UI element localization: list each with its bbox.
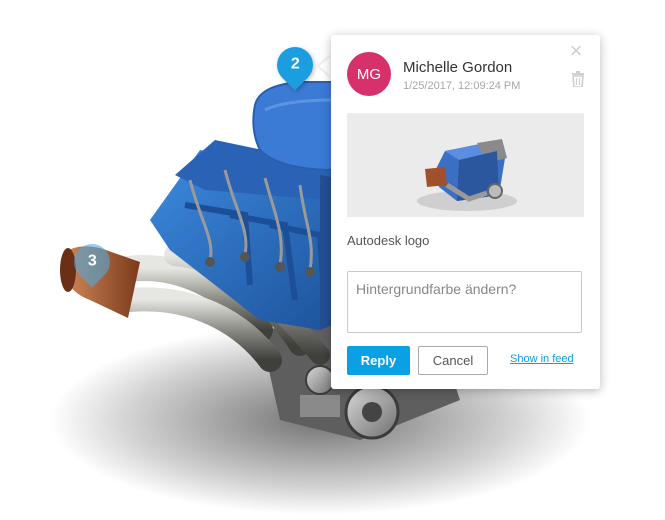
comment-timestamp: 1/25/2017, 12:09:24 PM (403, 80, 521, 92)
close-icon[interactable]: × (566, 40, 586, 62)
attachment-thumbnail[interactable] (347, 113, 584, 217)
engine-thumbnail-image (417, 139, 517, 211)
trash-icon[interactable] (571, 71, 585, 88)
avatar-initials: MG (356, 65, 382, 83)
reply-input[interactable] (347, 271, 582, 333)
reply-button[interactable]: Reply (347, 346, 410, 375)
comment-popup: MG Michelle Gordon 1/25/2017, 12:09:24 P… (331, 35, 600, 389)
show-in-feed-link[interactable]: Show in feed (510, 353, 574, 365)
author-name: Michelle Gordon (403, 59, 513, 76)
attachment-caption: Autodesk logo (347, 233, 430, 248)
marker-number: 2 (290, 56, 300, 73)
cancel-button[interactable]: Cancel (418, 346, 488, 375)
marker-number: 3 (87, 253, 97, 270)
avatar: MG (347, 52, 391, 96)
